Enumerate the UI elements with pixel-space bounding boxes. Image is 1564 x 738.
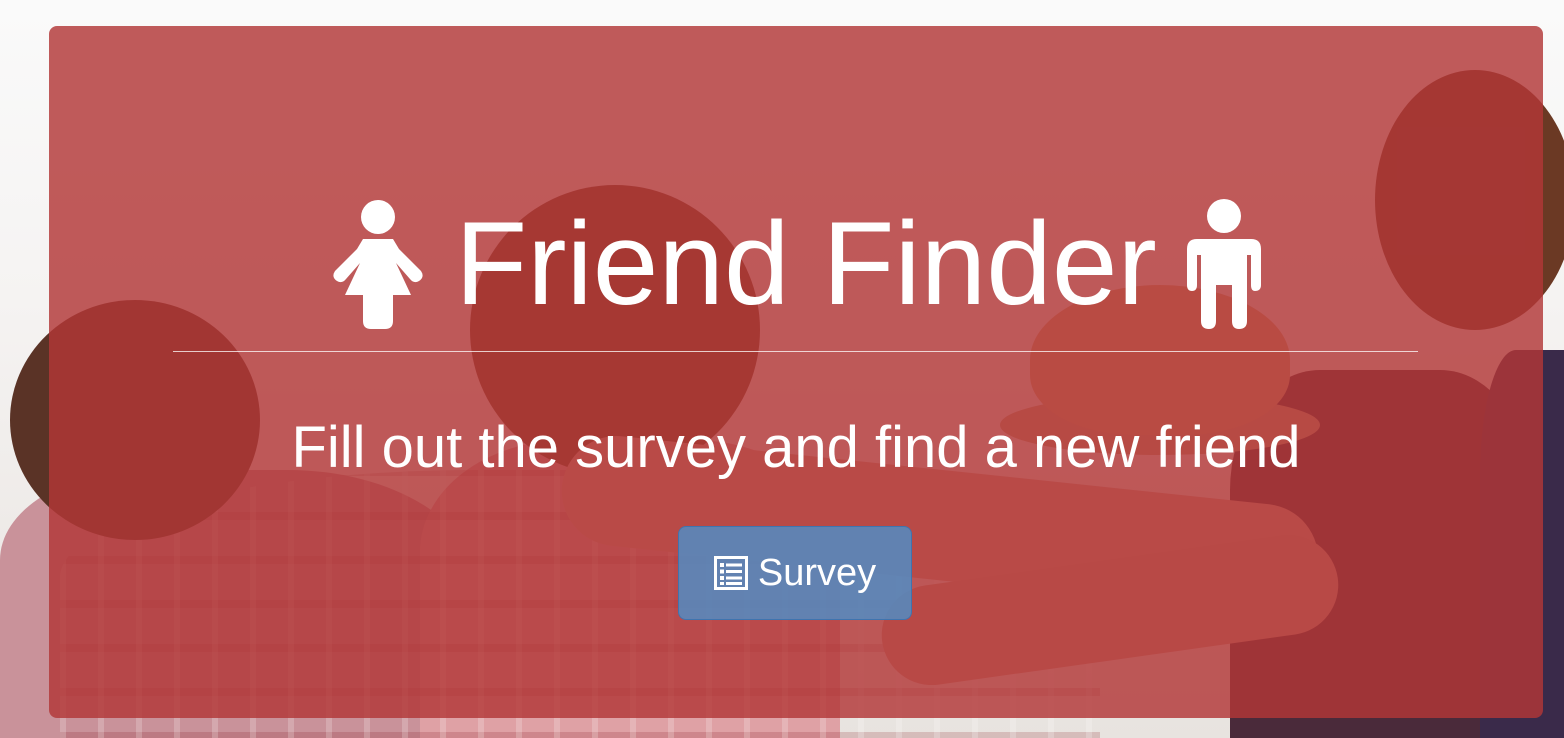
survey-button-label: Survey	[757, 551, 877, 594]
list-alt-icon	[713, 556, 748, 590]
divider	[173, 351, 1418, 352]
jumbotron: Friend Finder Fill out the survey and fi…	[49, 26, 1543, 718]
female-icon	[329, 199, 427, 329]
subtitle: Fill out the survey and find a new frien…	[291, 415, 1301, 480]
male-icon	[1185, 198, 1263, 329]
page-title: Friend Finder	[455, 197, 1157, 330]
title-row: Friend Finder	[49, 191, 1543, 336]
survey-button[interactable]: Survey	[678, 526, 912, 620]
